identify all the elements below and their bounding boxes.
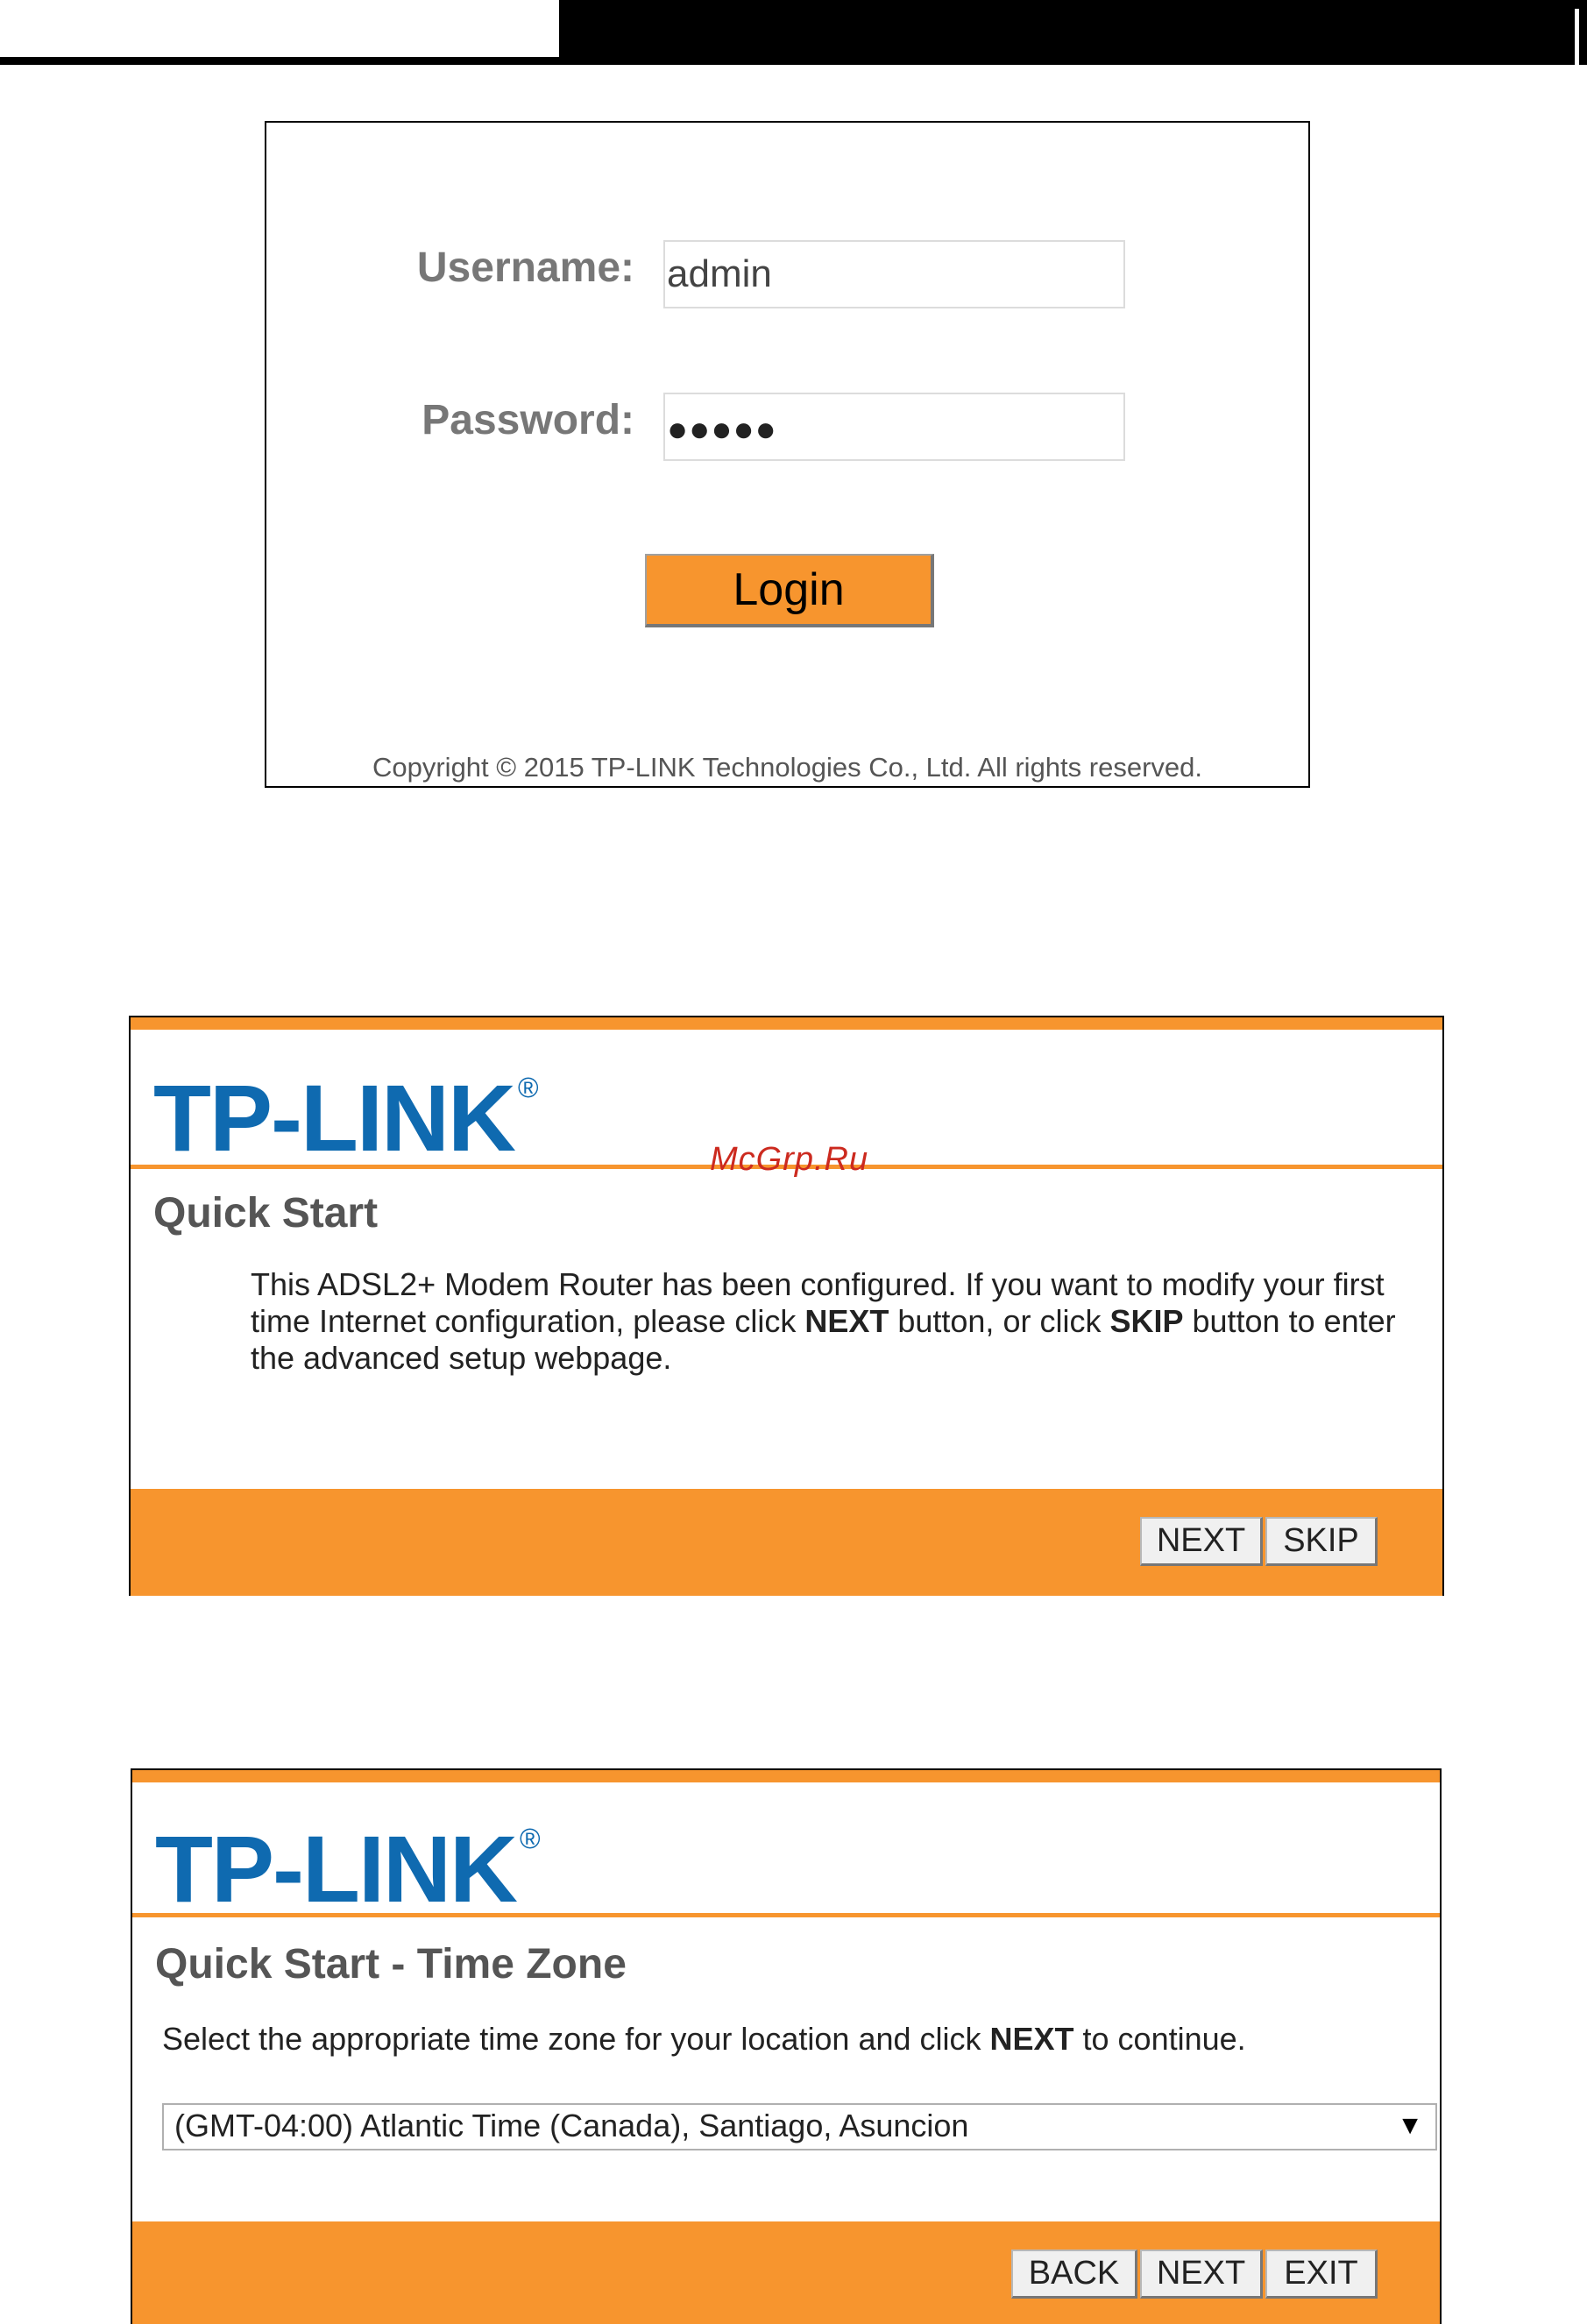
header-rule	[0, 57, 561, 65]
watermark-text: McGrp.Ru	[710, 1141, 869, 1178]
panel-footer: BACK NEXT EXIT	[132, 2221, 1440, 2324]
header-tick	[1575, 9, 1579, 65]
quick-start-panel: TP-LINK ® Quick Start This ADSL2+ Modem R…	[129, 1016, 1444, 1596]
time-zone-panel: TP-LINK ® Quick Start - Time Zone Select …	[131, 1768, 1442, 2324]
panel-divider	[132, 1913, 1440, 1917]
next-button[interactable]: NEXT	[1140, 2250, 1263, 2299]
login-button[interactable]: Login	[645, 554, 934, 627]
tp-link-logo: TP-LINK ®	[153, 1065, 538, 1171]
time-zone-select[interactable]: (GMT-04:00) Atlantic Time (Canada), Sant…	[162, 2103, 1437, 2150]
quick-start-description: This ADSL2+ Modem Router has been config…	[251, 1266, 1396, 1376]
password-input[interactable]: ●●●●●	[663, 393, 1125, 461]
time-zone-description: Select the appropriate time zone for you…	[162, 2021, 1246, 2057]
page-title: Quick Start	[153, 1190, 379, 1236]
username-input[interactable]: admin	[663, 240, 1125, 308]
tp-link-logo: TP-LINK ®	[155, 1816, 540, 1922]
panel-top-bar	[132, 1770, 1440, 1782]
dropdown-arrow-icon: ▼	[1397, 2111, 1423, 2140]
next-button[interactable]: NEXT	[1140, 1517, 1263, 1566]
back-button[interactable]: BACK	[1011, 2250, 1137, 2299]
page-title: Quick Start - Time Zone	[155, 1941, 627, 1987]
password-label: Password:	[422, 397, 634, 443]
panel-footer: NEXT SKIP	[131, 1489, 1442, 1596]
username-label: Username:	[416, 244, 634, 291]
header-block	[559, 0, 1587, 65]
exit-button[interactable]: EXIT	[1265, 2250, 1378, 2299]
login-panel: Username: admin Password: ●●●●● Login Co…	[265, 121, 1310, 788]
copyright-text: Copyright © 2015 TP-LINK Technologies Co…	[372, 752, 1202, 783]
selected-time-zone: (GMT-04:00) Atlantic Time (Canada), Sant…	[174, 2108, 969, 2143]
skip-button[interactable]: SKIP	[1265, 1517, 1378, 1566]
panel-top-bar	[131, 1017, 1442, 1030]
